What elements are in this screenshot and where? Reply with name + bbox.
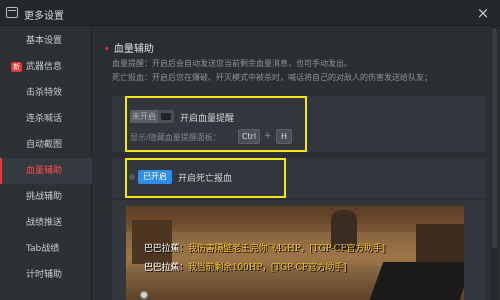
sidebar-item-record-push[interactable]: 战绩推送 (0, 210, 92, 236)
hp-reminder-toggle[interactable]: 未开启 (130, 110, 174, 123)
preview-gun (368, 262, 464, 300)
toggle-state-label: 未开启 (130, 110, 158, 123)
hotkey-ctrl[interactable]: Ctrl (238, 129, 260, 144)
bullet-icon: • (104, 44, 110, 55)
sidebar-item-label: 挑战辅助 (26, 192, 63, 202)
new-badge: 新 (11, 62, 22, 72)
sidebar-item-label: 计时辅助 (26, 270, 63, 280)
sidebar-item-label: Tab战绩 (26, 244, 60, 254)
preview-message-2: 巴巴拉蕉：我当前剩余100HP，[TGP-CF官方助手] (144, 263, 347, 273)
preview-message-1: 巴巴拉蕉：我伤害隔壁老王完你飞45HP，[TGP-CF官方助手] (144, 244, 385, 254)
section-title: • 血量辅助 (104, 44, 154, 55)
sidebar-item-label: 血量辅助 (26, 166, 63, 176)
sidebar-item-label: 连杀喊话 (26, 114, 63, 124)
toggle-indicator-icon (129, 174, 135, 180)
sidebar: 基本设置 新 武器信息 击杀特效 连杀喊话 自动截图 血量辅助 挑战辅助 战绩推… (0, 26, 92, 300)
preview-wall (126, 206, 464, 232)
hp-reminder-panel (112, 96, 486, 152)
sidebar-item-timer-assist[interactable]: 计时辅助 (0, 262, 92, 288)
hp-reminder-label: 开启血量提醒 (180, 114, 235, 124)
toggle-knob (161, 113, 171, 120)
sidebar-item-label: 武器信息 (26, 62, 63, 72)
sidebar-item-label: 基本设置 (26, 36, 63, 46)
title-bar: 更多设置 × (0, 0, 500, 26)
sidebar-item-auto-screenshot[interactable]: 自动截图 (0, 132, 92, 158)
sidebar-item-label: 战绩推送 (26, 218, 63, 228)
hotkey-h[interactable]: H (276, 129, 292, 144)
scrollbar-thumb[interactable] (492, 28, 497, 248)
sidebar-item-label: 自动截图 (26, 140, 63, 150)
sidebar-item-tab-record[interactable]: Tab战绩 (0, 236, 92, 262)
sidebar-item-label: 击杀特效 (26, 88, 63, 98)
death-report-description: 死亡报血：开启后您在爆破、歼灭模式中被杀时，喊话将自己的对敌人的伤害发送给队友； (112, 73, 432, 82)
death-report-label: 开启死亡报血 (178, 174, 233, 184)
death-report-toggle[interactable]: 已开启 (138, 170, 172, 184)
sidebar-item-weapon-info[interactable]: 新 武器信息 (0, 54, 92, 80)
hotkey-plus: + (264, 131, 272, 141)
preview-badge-icon (140, 291, 148, 299)
sidebar-item-hp-assist[interactable]: 血量辅助 (0, 158, 92, 184)
settings-window-icon (6, 7, 18, 18)
sidebar-item-challenge-assist[interactable]: 挑战辅助 (0, 184, 92, 210)
close-button[interactable]: × (474, 4, 492, 22)
sidebar-item-basic-settings[interactable]: 基本设置 (0, 28, 92, 54)
sidebar-item-killstreak-shout[interactable]: 连杀喊话 (0, 106, 92, 132)
window-title: 更多设置 (24, 11, 64, 22)
sidebar-item-kill-effects[interactable]: 击杀特效 (0, 80, 92, 106)
hotkey-label: 显示/隐藏血量提醒面板： (130, 133, 221, 142)
hp-reminder-description: 血量提醒：开启后会自动发送您当前剩余血量消息，也可手动发出。 (112, 59, 352, 68)
